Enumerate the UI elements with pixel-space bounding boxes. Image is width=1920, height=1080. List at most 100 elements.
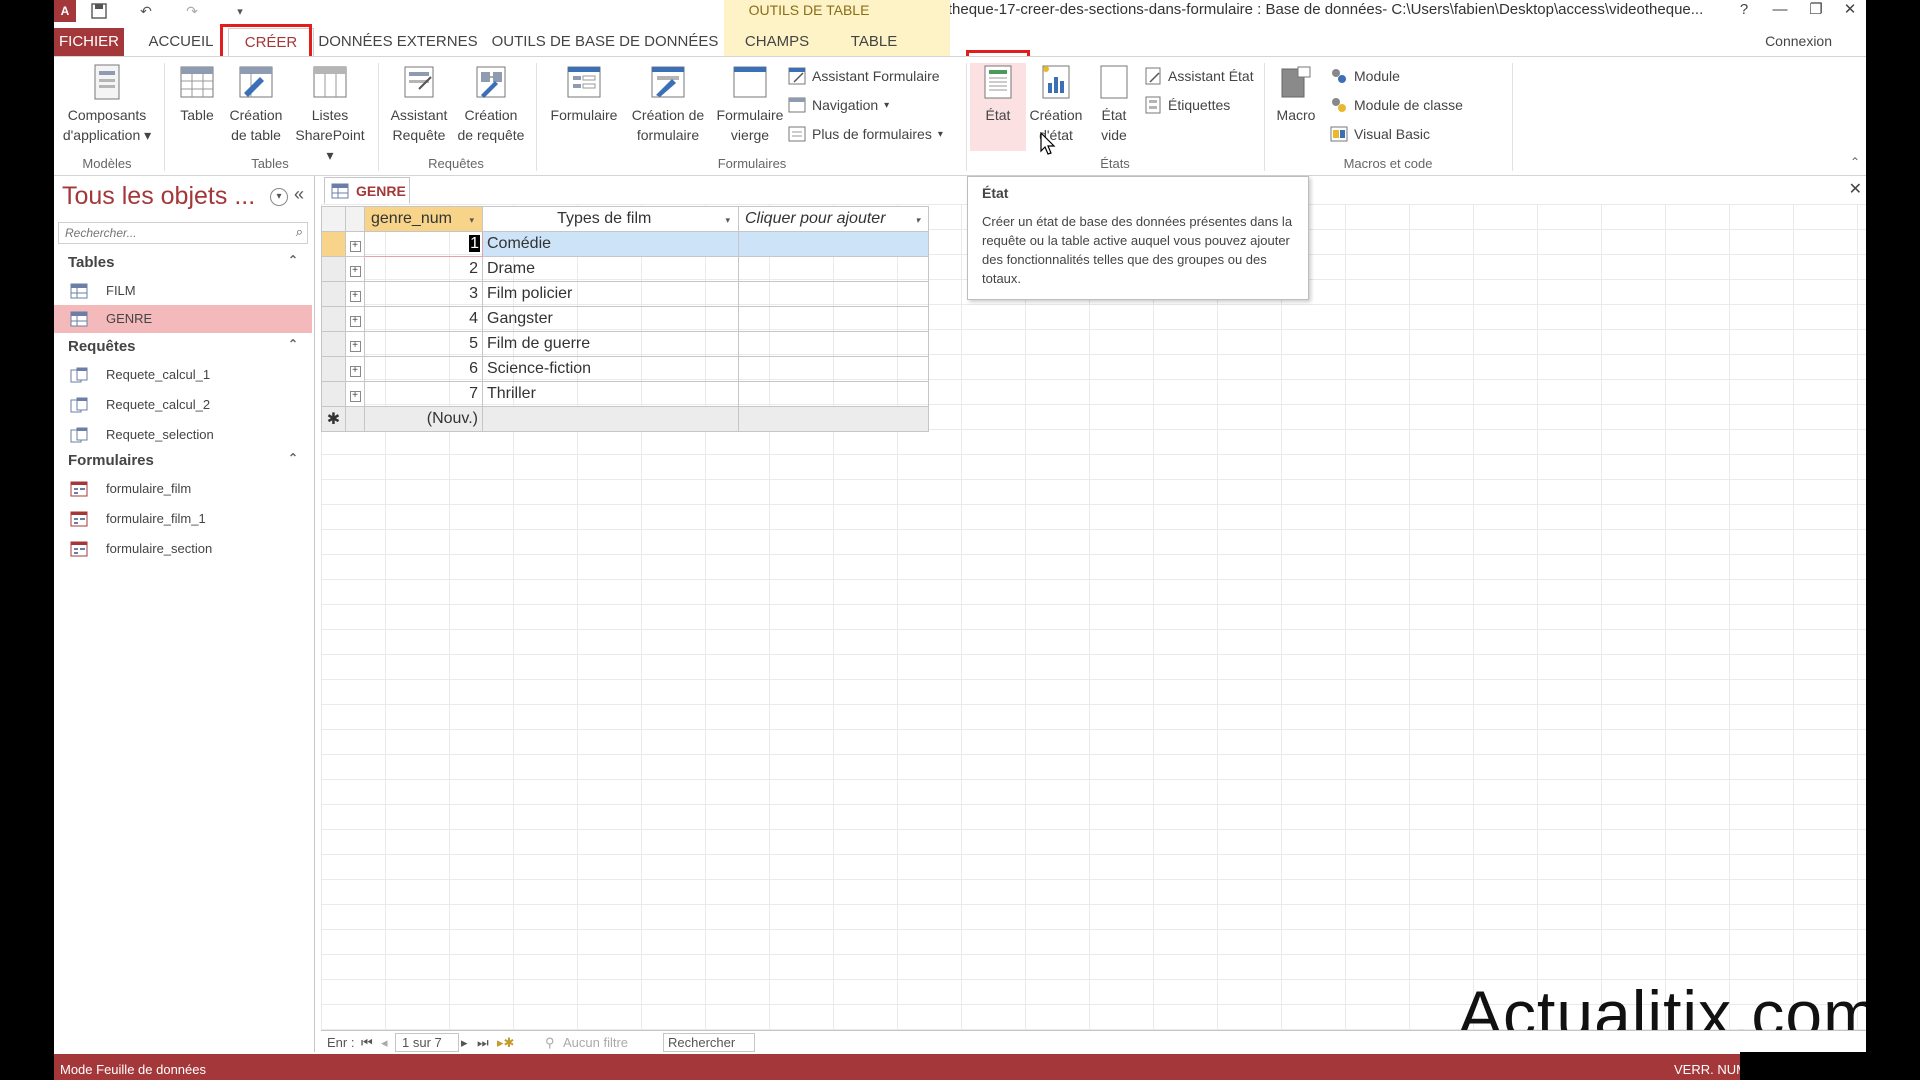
nav-item-formulaire-film-1[interactable]: formulaire_film_1 (54, 505, 312, 533)
save-icon[interactable] (88, 0, 110, 22)
close-document-icon[interactable]: ✕ (1849, 179, 1862, 199)
column-header-genre-num[interactable]: genre_num ▾ (364, 206, 483, 232)
table-design-button[interactable]: Création de table (224, 63, 288, 145)
document-tab-genre[interactable]: GENRE (324, 177, 410, 204)
visual-basic-button[interactable]: Visual Basic (1330, 123, 1430, 145)
row-selector[interactable] (321, 256, 346, 282)
filter-status[interactable]: Aucun filtre (563, 1035, 628, 1050)
tab-accueil[interactable]: ACCUEIL (136, 28, 226, 56)
report-design-button[interactable]: Création d'état (1026, 63, 1086, 145)
expand-cell[interactable]: + (345, 356, 365, 382)
nav-group-requetes[interactable]: Requêtes ⌃ (54, 333, 312, 361)
tab-fichier[interactable]: FICHIER (54, 28, 124, 56)
column-header-add-field[interactable]: Cliquer pour ajouter ▾ (738, 206, 929, 232)
nav-item-genre[interactable]: GENRE (54, 305, 312, 333)
expand-icon[interactable]: + (349, 266, 361, 277)
new-record-row[interactable]: ✱ (Nouv.) (321, 406, 929, 432)
first-record-icon[interactable]: ⏮ (361, 1035, 373, 1051)
table-row[interactable]: + 5 Film de guerre (321, 331, 929, 357)
expand-icon[interactable]: + (349, 366, 361, 377)
query-design-button[interactable]: Création de requête (454, 63, 528, 145)
cell-type[interactable]: Comédie (482, 231, 739, 257)
cell-genre-num[interactable]: 7 (364, 381, 483, 407)
column-dropdown-icon[interactable]: ▾ (725, 215, 730, 226)
previous-record-icon[interactable]: ◂ (381, 1035, 388, 1051)
form-design-button[interactable]: Création de formulaire (626, 63, 710, 145)
cell-genre-num[interactable]: 3 (364, 281, 483, 307)
cell-type[interactable]: Thriller (482, 381, 739, 407)
row-selector[interactable] (321, 306, 346, 332)
new-record-icon[interactable]: ▸✱ (497, 1035, 514, 1051)
nav-item-requete-selection[interactable]: Requete_selection (54, 421, 312, 449)
table-button[interactable]: Table (172, 63, 222, 125)
customize-qat-icon[interactable]: ▾ (232, 0, 248, 22)
expand-icon[interactable]: + (349, 291, 361, 302)
app-parts-button[interactable]: Composants d'application ▾ (54, 63, 160, 145)
expand-icon[interactable]: + (349, 341, 361, 352)
tab-outils-base-de-donnees[interactable]: OUTILS DE BASE DE DONNÉES (490, 28, 720, 56)
table-row[interactable]: + 1 Comédie (321, 231, 929, 257)
expand-cell[interactable]: + (345, 231, 365, 257)
cell-type[interactable]: Drame (482, 256, 739, 282)
table-row[interactable]: + 3 Film policier (321, 281, 929, 307)
nav-pane-title[interactable]: Tous les objets ... (62, 182, 255, 211)
expand-icon[interactable]: + (349, 391, 361, 402)
cell-empty[interactable] (738, 356, 929, 382)
tab-donnees-externes[interactable]: DONNÉES EXTERNES (316, 28, 480, 56)
cell-type[interactable]: Film de guerre (482, 331, 739, 357)
row-selector[interactable] (321, 381, 346, 407)
blank-report-button[interactable]: État vide (1088, 63, 1140, 145)
labels-button[interactable]: Étiquettes (1144, 94, 1230, 116)
search-icon[interactable]: ⌕ (296, 224, 303, 240)
column-dropdown-icon[interactable]: ▾ (469, 215, 474, 226)
expand-icon[interactable]: + (349, 241, 361, 252)
module-button[interactable]: Module (1330, 65, 1400, 87)
tab-champs[interactable]: CHAMPS (732, 28, 822, 56)
table-row[interactable]: + 6 Science-fiction (321, 356, 929, 382)
cell-empty[interactable] (738, 306, 929, 332)
expand-cell[interactable]: + (345, 256, 365, 282)
redo-icon[interactable]: ↷ (180, 0, 204, 22)
cell-empty[interactable] (738, 406, 929, 432)
table-row[interactable]: + 7 Thriller (321, 381, 929, 407)
cell-type[interactable]: Science-fiction (482, 356, 739, 382)
undo-icon[interactable]: ↶ (134, 0, 158, 22)
cell-genre-num[interactable]: 6 (364, 356, 483, 382)
report-wizard-button[interactable]: Assistant État (1144, 65, 1254, 87)
column-dropdown-icon[interactable]: ▾ (915, 215, 920, 226)
collapse-pane-icon[interactable]: « (294, 184, 304, 205)
nav-item-formulaire-section[interactable]: formulaire_section (54, 535, 312, 563)
close-button[interactable]: ✕ (1834, 0, 1866, 22)
cell-empty[interactable] (738, 331, 929, 357)
new-record-marker[interactable]: ✱ (321, 406, 346, 432)
help-button[interactable]: ? (1728, 0, 1760, 22)
nav-search-input[interactable] (63, 223, 267, 243)
table-row[interactable]: + 2 Drame (321, 256, 929, 282)
cell-type[interactable]: Film policier (482, 281, 739, 307)
cell-new-record[interactable]: (Nouv.) (364, 406, 483, 432)
macro-button[interactable]: Macro (1268, 63, 1324, 125)
cell-genre-num[interactable]: 4 (364, 306, 483, 332)
column-header-types-de-film[interactable]: Types de film ▾ (482, 206, 739, 232)
expand-cell[interactable]: + (345, 331, 365, 357)
nav-menu-dropdown-icon[interactable]: ▾ (270, 188, 288, 206)
form-wizard-button[interactable]: Assistant Formulaire (788, 65, 940, 87)
restore-button[interactable]: ❐ (1800, 0, 1832, 22)
sharepoint-lists-button[interactable]: Listes SharePoint ▾ (290, 63, 370, 165)
nav-item-formulaire-film[interactable]: formulaire_film (54, 475, 312, 503)
row-selector[interactable] (321, 331, 346, 357)
cell-empty[interactable] (738, 231, 929, 257)
expand-cell[interactable]: + (345, 381, 365, 407)
class-module-button[interactable]: Module de classe (1330, 94, 1463, 116)
nav-group-tables[interactable]: Tables ⌃ (54, 249, 312, 277)
cell-empty[interactable] (482, 406, 739, 432)
last-record-icon[interactable]: ⏭ (477, 1035, 489, 1051)
tab-table[interactable]: TABLE (834, 28, 914, 56)
cell-genre-num[interactable]: 5 (364, 331, 483, 357)
cell-type[interactable]: Gangster (482, 306, 739, 332)
collapse-ribbon-icon[interactable]: ⌃ (1850, 155, 1860, 169)
query-wizard-button[interactable]: Assistant Requête (384, 63, 454, 145)
sign-in-link[interactable]: Connexion (1765, 33, 1832, 49)
minimize-button[interactable]: — (1764, 0, 1796, 22)
row-selector[interactable] (321, 356, 346, 382)
